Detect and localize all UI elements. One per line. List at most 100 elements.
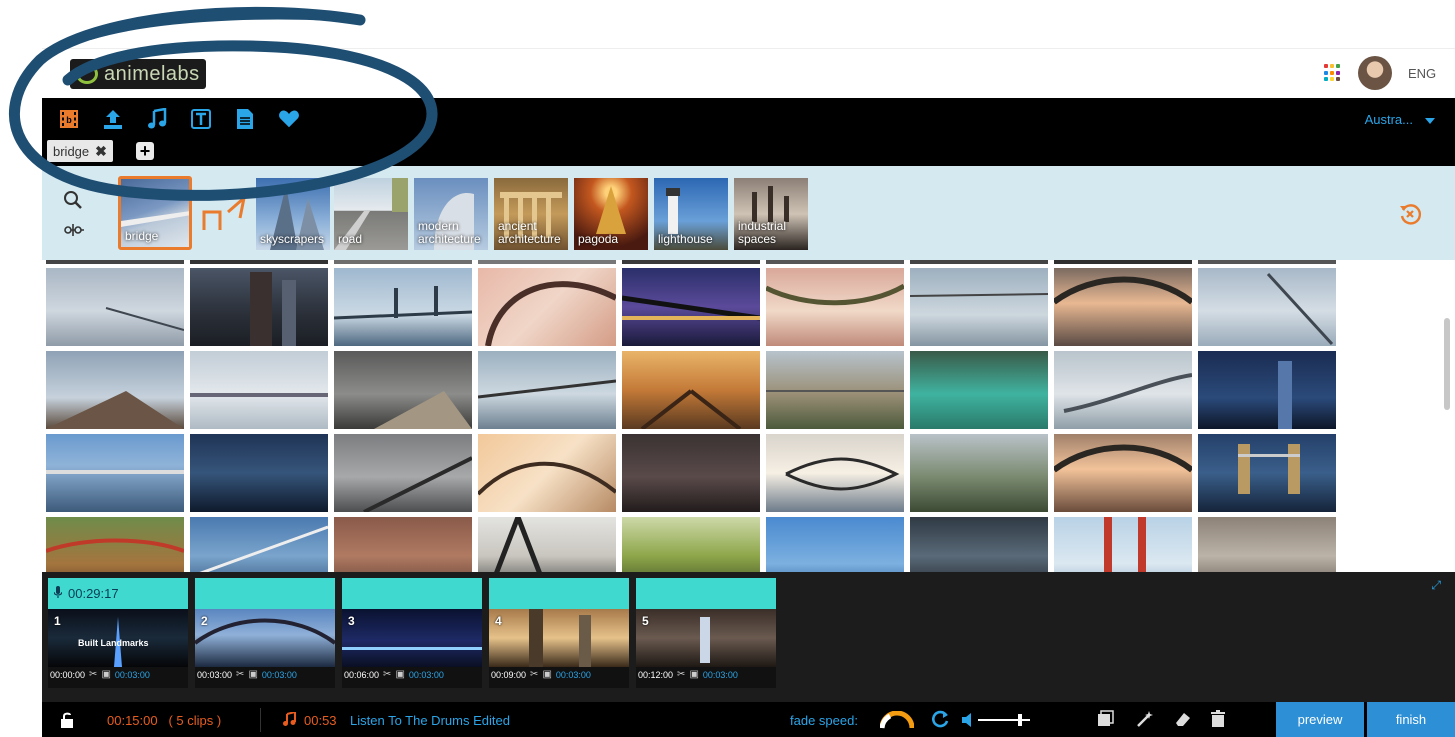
media-thumbnail[interactable]	[622, 351, 760, 431]
media-thumbnail[interactable]	[766, 260, 904, 264]
category-lighthouse[interactable]: lighthouse	[654, 178, 728, 250]
media-thumbnail[interactable]	[1198, 260, 1336, 264]
media-thumbnail[interactable]	[1054, 260, 1192, 264]
magic-wand-icon[interactable]	[1136, 710, 1154, 733]
trash-icon[interactable]	[1210, 710, 1226, 733]
timeline-clip[interactable]: 5 00:12:00 ✂ ▣ 00:03:00	[636, 578, 776, 688]
clip-thumbnail[interactable]	[636, 609, 776, 667]
video-clips-icon[interactable]: b	[58, 108, 80, 130]
media-library-icon[interactable]	[1096, 710, 1114, 733]
clip-thumbnail[interactable]	[193, 609, 337, 667]
media-thumbnail[interactable]	[910, 351, 1048, 429]
media-thumbnail[interactable]	[46, 260, 184, 264]
media-thumbnail[interactable]	[477, 351, 617, 429]
close-icon[interactable]: ✖	[95, 143, 107, 160]
unlock-icon[interactable]	[60, 712, 74, 733]
media-thumbnail[interactable]	[478, 510, 616, 572]
grid-scrollbar-thumb[interactable]	[1444, 318, 1450, 410]
media-thumbnail[interactable]	[622, 434, 760, 512]
film-icon[interactable]: ▣	[542, 669, 551, 680]
category-modern-architecture[interactable]: modern architecture	[414, 178, 488, 250]
text-icon[interactable]	[190, 108, 212, 130]
mute-icon[interactable]: ✂	[677, 669, 685, 680]
media-thumbnail[interactable]	[766, 351, 904, 429]
language-selector[interactable]: ENG	[1408, 66, 1436, 81]
media-thumbnail[interactable]	[478, 260, 616, 264]
mute-icon[interactable]: ✂	[89, 669, 97, 680]
category-pagoda[interactable]: pagoda	[574, 178, 648, 250]
media-thumbnail[interactable]	[476, 434, 618, 512]
film-icon[interactable]: ▣	[395, 669, 404, 680]
film-icon[interactable]: ▣	[101, 669, 110, 680]
clip-duration[interactable]: 00:03:00	[409, 670, 444, 680]
mute-icon[interactable]: ✂	[236, 669, 244, 680]
media-thumbnail[interactable]	[334, 434, 473, 514]
volume-slider[interactable]	[960, 711, 1034, 734]
media-thumbnail[interactable]	[1052, 434, 1194, 512]
avatar[interactable]	[1358, 56, 1392, 90]
timeline-clip[interactable]: 3 00:06:00 ✂ ▣ 00:03:00	[342, 578, 482, 688]
category-industrial-spaces[interactable]: industrial spaces	[734, 178, 808, 250]
media-thumbnail[interactable]	[46, 434, 184, 512]
category-skyscrapers[interactable]: skyscrapers	[256, 178, 330, 250]
media-thumbnail[interactable]	[1198, 268, 1336, 346]
microphone-icon[interactable]	[53, 586, 63, 601]
media-thumbnail[interactable]	[190, 268, 328, 346]
media-thumbnail[interactable]	[45, 517, 185, 572]
media-thumbnail[interactable]	[909, 268, 1049, 346]
media-thumbnail[interactable]	[1198, 351, 1336, 429]
heart-icon[interactable]	[278, 108, 300, 130]
clip-duration[interactable]: 00:03:00	[262, 670, 297, 680]
region-selector[interactable]: Austra...	[1365, 112, 1413, 127]
category-bridge[interactable]: bridge	[118, 176, 192, 250]
film-icon[interactable]: ▣	[689, 669, 698, 680]
mute-icon[interactable]: ✂	[530, 669, 538, 680]
media-thumbnail[interactable]	[334, 517, 472, 572]
chevron-down-icon[interactable]	[1425, 118, 1435, 124]
expand-icon[interactable]: ⤢	[1431, 578, 1441, 593]
media-thumbnail[interactable]	[46, 268, 185, 346]
clip-duration[interactable]: 00:03:00	[556, 670, 591, 680]
mute-icon[interactable]: ✂	[383, 669, 391, 680]
media-thumbnail[interactable]	[190, 517, 329, 572]
media-thumbnail[interactable]	[910, 260, 1048, 264]
timeline-clip[interactable]: 2 00:03:00 ✂ ▣ 00:03:00	[193, 578, 337, 688]
media-thumbnail[interactable]	[1054, 351, 1193, 429]
media-thumbnail[interactable]	[621, 268, 761, 346]
clip-thumbnail[interactable]	[342, 609, 482, 667]
media-thumbnail[interactable]	[1052, 268, 1194, 346]
media-thumbnail[interactable]	[190, 351, 328, 429]
category-road[interactable]: road	[334, 178, 408, 250]
filter-icon[interactable]	[63, 220, 85, 245]
media-thumbnail[interactable]	[334, 351, 472, 429]
clip-duration[interactable]: 00:03:00	[703, 670, 738, 680]
media-thumbnail[interactable]	[910, 434, 1048, 512]
preview-button[interactable]: preview	[1276, 702, 1364, 737]
media-thumbnail[interactable]	[764, 268, 906, 346]
document-icon[interactable]	[234, 108, 256, 130]
fade-speed-gauge-icon[interactable]	[879, 710, 915, 734]
eraser-icon[interactable]	[1174, 710, 1192, 733]
media-thumbnail[interactable]	[766, 434, 904, 512]
media-thumbnail[interactable]	[1198, 434, 1336, 512]
media-thumbnail[interactable]	[622, 517, 760, 572]
film-icon[interactable]: ▣	[248, 669, 257, 680]
music-icon[interactable]	[146, 108, 168, 130]
reset-filters-icon[interactable]	[1398, 202, 1422, 231]
media-thumbnail[interactable]	[478, 268, 618, 347]
media-thumbnail[interactable]	[910, 517, 1048, 572]
clip-duration[interactable]: 00:03:00	[115, 670, 150, 680]
search-tab-bridge[interactable]: bridge ✖	[47, 140, 113, 162]
media-thumbnail[interactable]	[622, 260, 760, 264]
media-thumbnail[interactable]	[766, 517, 904, 572]
media-thumbnail[interactable]	[1054, 517, 1192, 572]
media-thumbnail[interactable]	[333, 268, 473, 346]
search-icon[interactable]	[63, 190, 83, 215]
logo[interactable]: animelabs	[70, 59, 206, 89]
add-tab-button[interactable]: +	[136, 142, 154, 160]
media-thumbnail[interactable]	[190, 434, 328, 512]
category-ancient-architecture[interactable]: ancient architecture	[494, 178, 568, 250]
apps-grid-icon[interactable]	[1324, 64, 1342, 82]
clip-thumbnail[interactable]	[489, 609, 629, 667]
music-title[interactable]: Listen To The Drums Edited	[350, 713, 510, 728]
